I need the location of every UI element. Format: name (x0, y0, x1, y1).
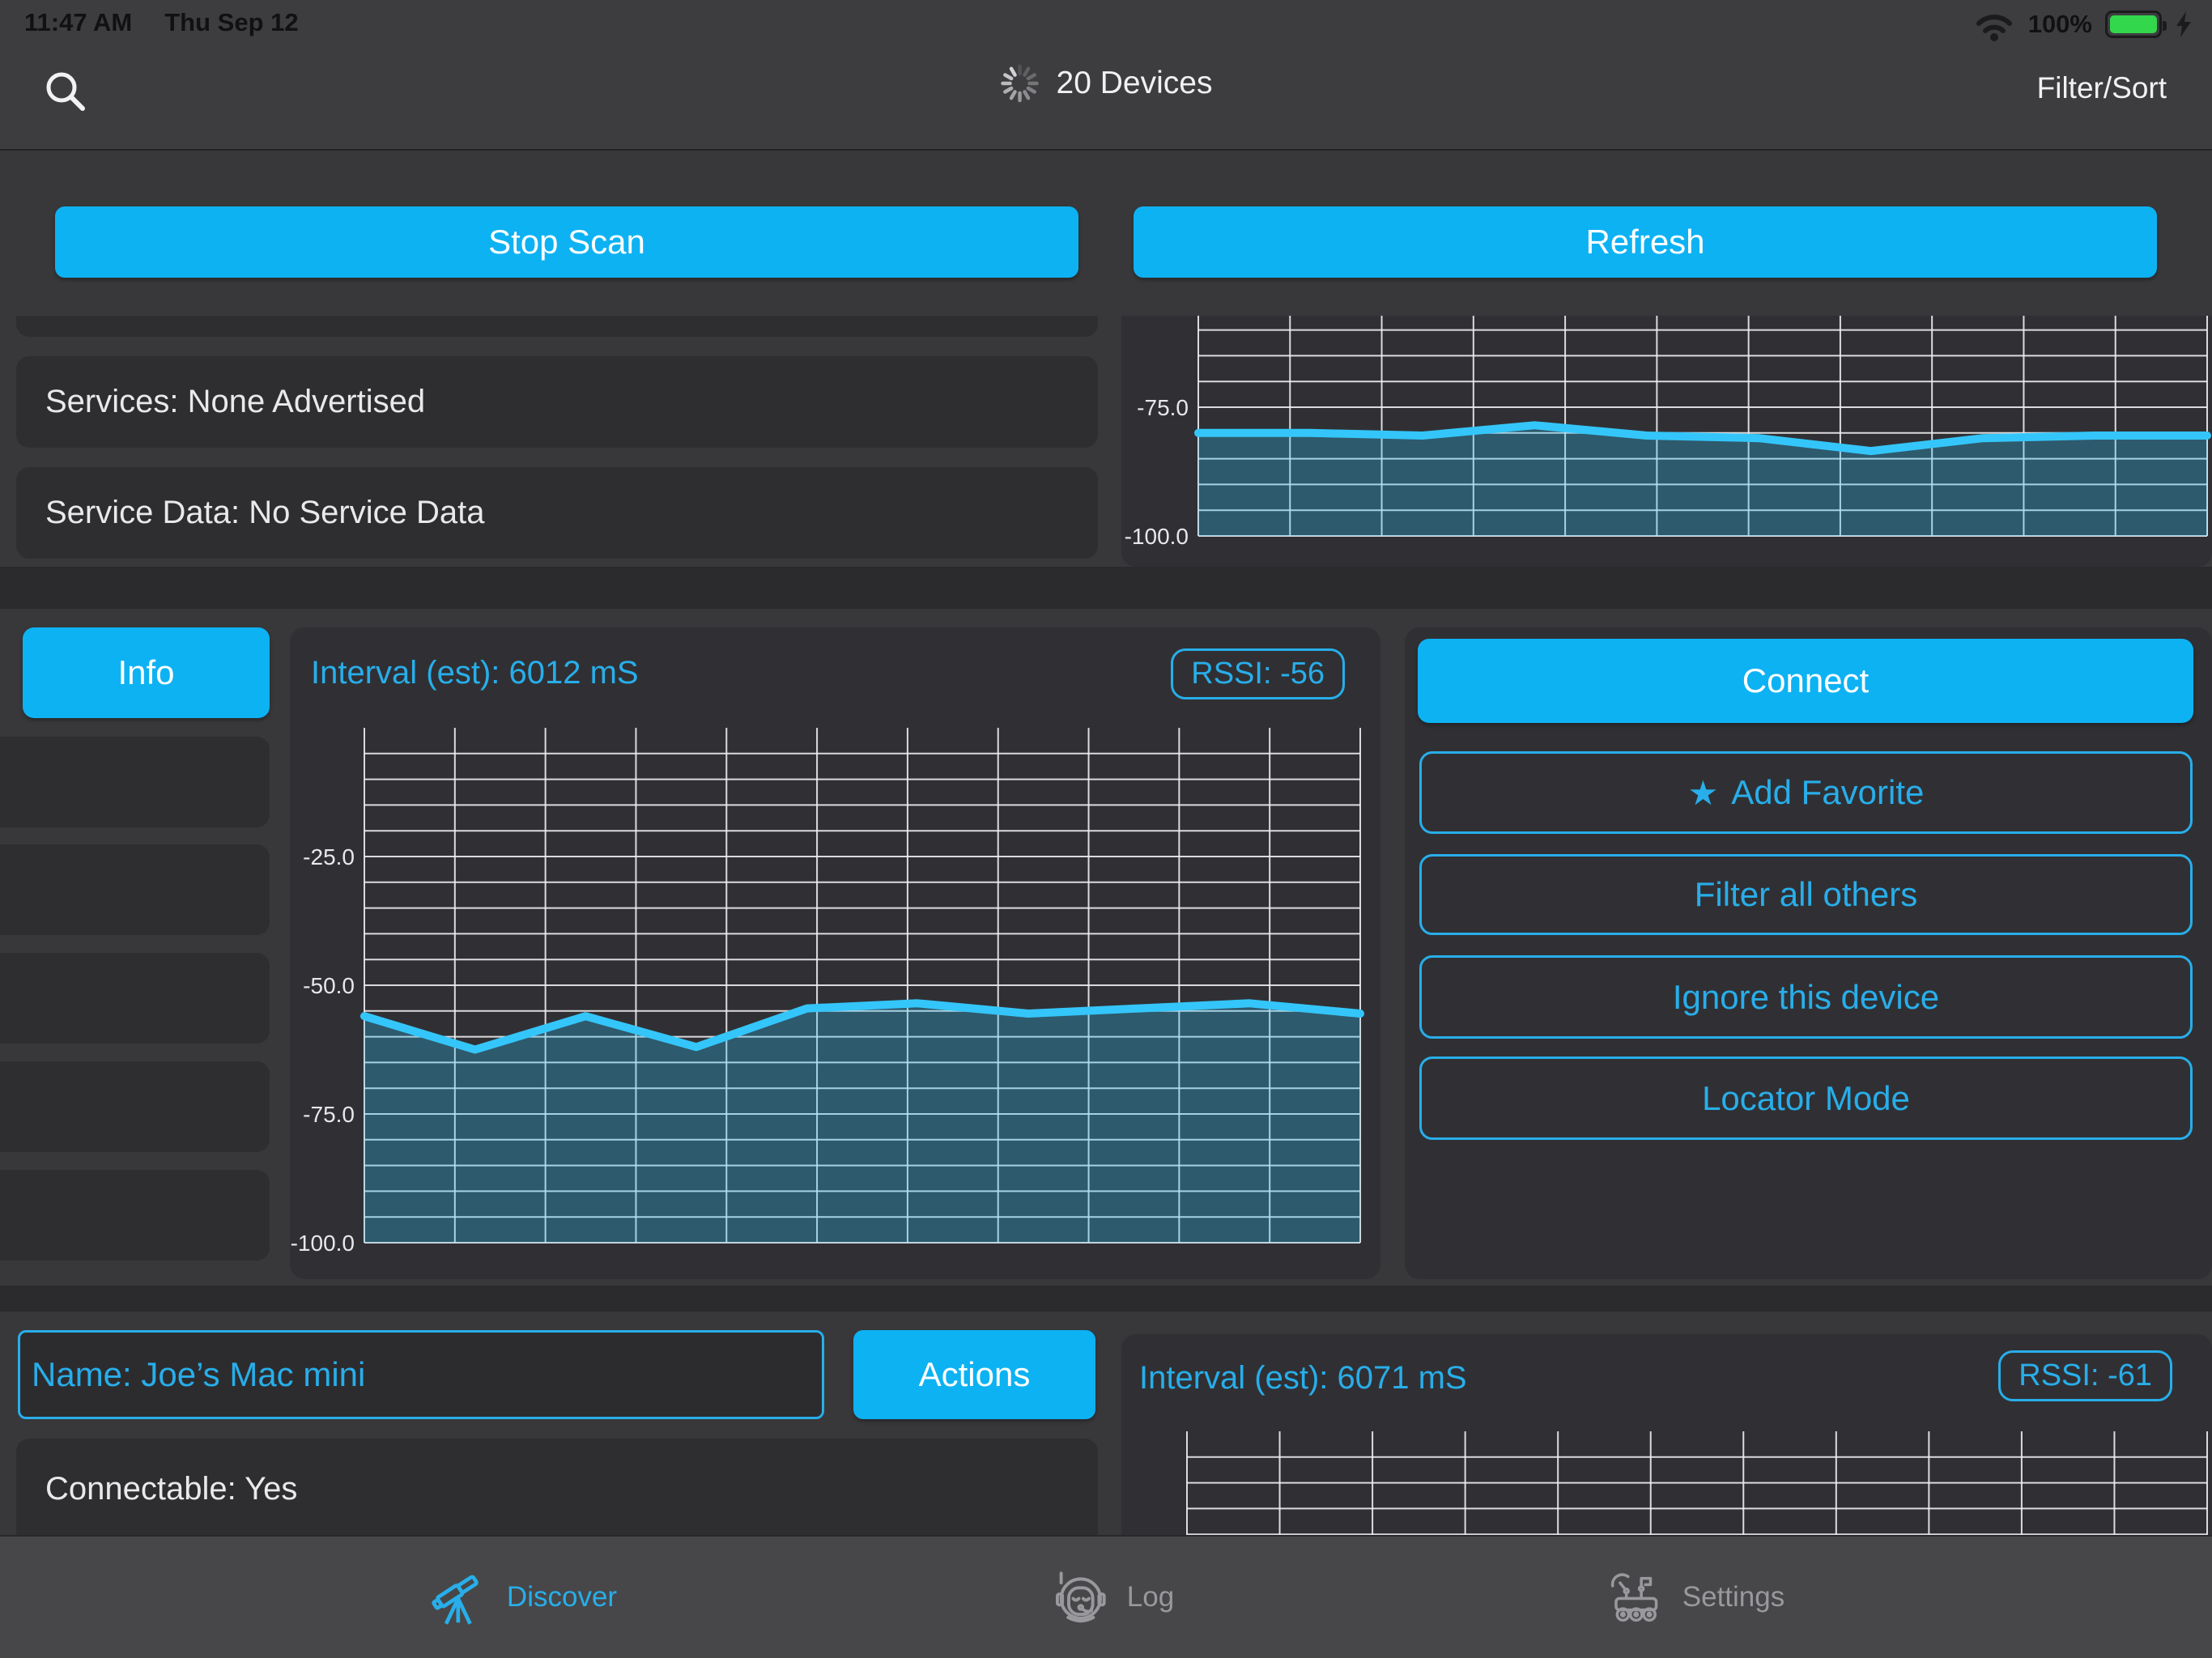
info-tab-button[interactable]: Info (23, 627, 270, 718)
clipped-cell (16, 316, 1098, 337)
services-label: Services: None Advertised (45, 384, 425, 420)
svg-text:-75.0: -75.0 (303, 1102, 355, 1127)
status-left: 11:47 AM Thu Sep 12 (24, 8, 299, 37)
list-item[interactable] (0, 844, 270, 935)
ble-scanner-screen: 11:47 AM Thu Sep 12 100% (0, 0, 2212, 1658)
filter-all-others-button[interactable]: Filter all others (1419, 854, 2193, 935)
tab-discover[interactable]: Discover (429, 1537, 617, 1658)
tab-log-label: Log (1127, 1581, 1174, 1613)
rssi-badge: RSSI: -56 (1171, 648, 1345, 699)
list-item[interactable] (0, 1170, 270, 1261)
rssi-badge: RSSI: -61 (1998, 1350, 2172, 1401)
tab-discover-label: Discover (507, 1581, 617, 1613)
interval-label: Interval (est): 6012 mS (311, 655, 639, 691)
rssi-chart-top: -25.0-50.0-75.0-100.0 (1121, 316, 2212, 567)
list-item[interactable] (0, 953, 270, 1044)
nav-title: 20 Devices (1000, 63, 1213, 104)
add-favorite-label: Add Favorite (1731, 773, 1924, 812)
add-favorite-button[interactable]: ★ Add Favorite (1419, 751, 2193, 834)
device-name-value: Name: Joe’s Mac mini (32, 1355, 365, 1394)
svg-text:-100.0: -100.0 (1125, 524, 1189, 549)
services-cell: Services: None Advertised (16, 356, 1098, 448)
refresh-button[interactable]: Refresh (1134, 206, 2157, 278)
top-bar: 11:47 AM Thu Sep 12 100% (0, 0, 2212, 151)
connectable-label: Connectable: Yes (45, 1471, 297, 1507)
section-divider (0, 567, 2212, 609)
wifi-icon (1973, 6, 2015, 42)
locator-label: Locator Mode (1702, 1079, 1910, 1118)
search-icon[interactable] (42, 68, 89, 115)
rssi-chart-main: Interval (est): 6012 mS RSSI: -56 -25.0 -… (290, 627, 1380, 1279)
actions-button[interactable]: Actions (853, 1330, 1095, 1419)
locator-mode-button[interactable]: Locator Mode (1419, 1056, 2193, 1140)
filter-all-label: Filter all others (1695, 875, 1917, 914)
service-data-label: Service Data: No Service Data (45, 495, 484, 531)
loading-spinner-icon (1000, 63, 1040, 104)
svg-text:-100.0: -100.0 (291, 1231, 355, 1256)
status-right: 100% (1973, 6, 2193, 42)
service-data-cell: Service Data: No Service Data (16, 467, 1098, 559)
telescope-icon (429, 1566, 492, 1629)
interval-label: Interval (est): 6071 mS (1139, 1360, 1467, 1397)
status-date: Thu Sep 12 (164, 8, 298, 37)
ignore-device-button[interactable]: Ignore this device (1419, 955, 2193, 1039)
tab-bar: Discover (0, 1535, 2212, 1658)
battery-percent: 100% (2028, 10, 2092, 39)
section-divider (0, 1286, 2212, 1312)
filter-sort-button[interactable]: Filter/Sort (2037, 71, 2167, 105)
astronaut-icon (1049, 1566, 1112, 1629)
stop-scan-button[interactable]: Stop Scan (55, 206, 1078, 278)
status-time: 11:47 AM (24, 8, 132, 37)
device-count-title: 20 Devices (1057, 66, 1213, 101)
device-entry-selected: Info Interval (est): 6012 mS RSSI: -56 -… (0, 609, 2212, 1286)
star-icon: ★ (1688, 773, 1719, 813)
svg-text:-50.0: -50.0 (303, 973, 355, 998)
svg-text:-75.0: -75.0 (1137, 395, 1189, 420)
battery-icon (2105, 11, 2162, 38)
tab-settings-label: Settings (1682, 1581, 1784, 1613)
device-entry-top: Services: None Advertised Service Data: … (0, 316, 2212, 567)
connect-button[interactable]: Connect (1418, 639, 2193, 723)
svg-text:-25.0: -25.0 (303, 844, 355, 869)
ignore-label: Ignore this device (1673, 978, 1939, 1017)
tab-settings[interactable]: Settings (1605, 1537, 1784, 1658)
charging-bolt-icon (2175, 11, 2193, 37)
list-item[interactable] (0, 1061, 270, 1152)
device-actions-panel: Connect ★ Add Favorite Filter all others… (1405, 627, 2212, 1279)
device-name-field[interactable]: Name: Joe’s Mac mini (18, 1330, 824, 1419)
list-item[interactable] (0, 737, 270, 827)
rover-icon (1605, 1566, 1668, 1629)
tab-log[interactable]: Log (1049, 1537, 1174, 1658)
